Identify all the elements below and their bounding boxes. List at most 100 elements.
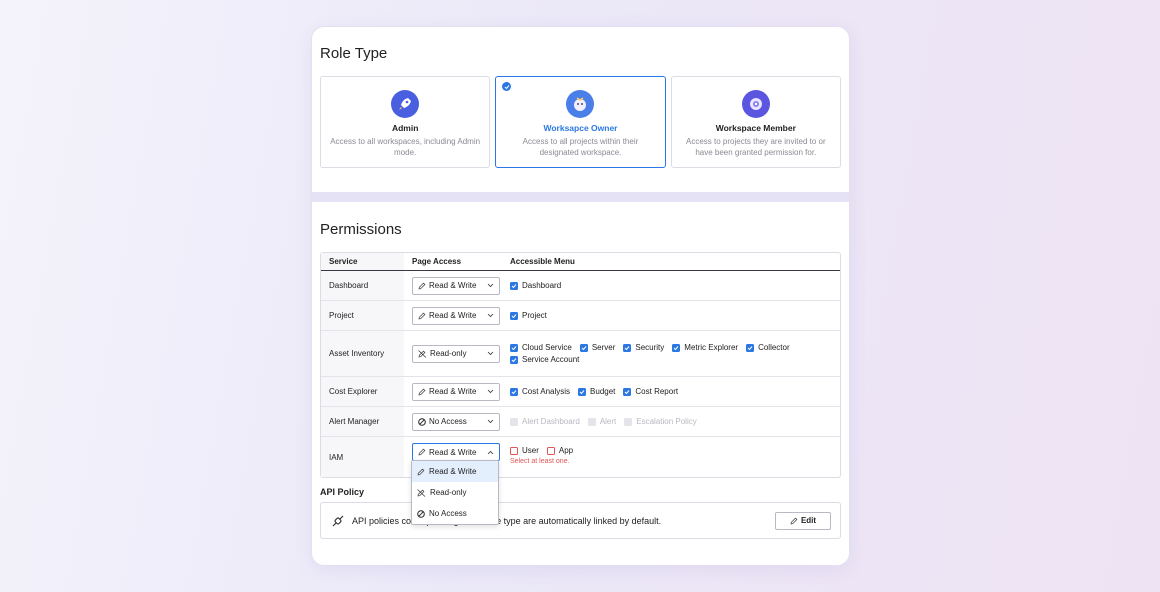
- header-service: Service: [321, 253, 404, 270]
- chevron-up-icon: [487, 450, 494, 455]
- checkbox-label: Server: [591, 343, 616, 352]
- role-desc: Access to projects they are invited to o…: [686, 137, 826, 157]
- menu-cell: Alert Dashboard Alert Escalation Policy: [510, 417, 840, 426]
- menu-checkbox[interactable]: User: [510, 446, 539, 455]
- menu-cell: Cost Analysis Budget Cost Report: [510, 387, 840, 396]
- table-header: Service Page Access Accessible Menu: [321, 253, 840, 271]
- pencil-icon: [418, 312, 426, 320]
- role-settings-card: Role Type Admin Access to all workspaces…: [312, 27, 849, 565]
- checkbox-unchecked-icon: [546, 446, 555, 455]
- page-access-select[interactable]: Read & Write: [412, 276, 500, 295]
- menu-checkbox[interactable]: Metric Explorer: [672, 343, 738, 352]
- access-cell: Read & Write: [404, 306, 510, 325]
- role-card-workspace-owner[interactable]: Worksapce Owner Access to all projects w…: [495, 76, 666, 168]
- pencil-icon: [790, 517, 798, 525]
- table-row-alert-manager: Alert Manager No Access Alert Dashboard …: [321, 407, 840, 437]
- read-only-icon: [418, 349, 427, 358]
- menu-checkbox: Escalation Policy: [624, 417, 697, 426]
- option-label: Read-only: [430, 488, 467, 497]
- menu-checkbox[interactable]: Service Account: [510, 355, 579, 364]
- header-page-access: Page Access: [412, 257, 462, 266]
- menu-checkbox[interactable]: Project: [510, 311, 547, 320]
- table-row-asset-inventory: Asset Inventory Read-only Cloud Service …: [321, 331, 840, 377]
- selected-check-icon: [502, 82, 512, 91]
- page-access-select[interactable]: Read-only: [412, 344, 500, 363]
- checkbox-checked-icon: [578, 387, 587, 396]
- menu-checkbox: Alert Dashboard: [510, 417, 580, 426]
- dropdown-option-read-write[interactable]: Read & Write: [412, 461, 498, 482]
- select-value: Read-only: [430, 349, 467, 358]
- checkbox-label: Budget: [590, 387, 616, 396]
- no-access-icon: [418, 417, 426, 426]
- page-access-select[interactable]: Read & Write: [412, 443, 500, 461]
- page-access-select[interactable]: Read & Write: [412, 306, 500, 325]
- checkbox-unchecked-icon: [510, 446, 518, 455]
- checkbox-checked-icon: [510, 387, 518, 396]
- checkbox-checked-icon: [510, 311, 518, 320]
- member-icon: [741, 90, 770, 118]
- service-name: Asset Inventory: [321, 331, 404, 376]
- checkbox-disabled-icon: [587, 417, 596, 426]
- dropdown-option-read-only[interactable]: Read-only: [412, 482, 498, 503]
- checkbox-label: Service Account: [522, 355, 580, 364]
- permissions-title: Permissions: [320, 221, 402, 238]
- chevron-down-icon: [487, 351, 494, 356]
- checkbox-label: Alert Dashboard: [522, 417, 580, 426]
- menu-checkbox[interactable]: Cost Analysis: [510, 387, 570, 396]
- menu-checkbox[interactable]: Cloud Service: [510, 343, 572, 352]
- service-name: Dashboard: [321, 271, 404, 300]
- checkbox-checked-icon: [623, 387, 632, 396]
- pencil-icon: [417, 468, 425, 476]
- menu-checkbox[interactable]: App: [546, 446, 573, 455]
- role-card-workspace-member[interactable]: Workspace Member Access to projects they…: [670, 76, 841, 168]
- page-access-select[interactable]: No Access: [412, 412, 500, 431]
- edit-label: Edit: [800, 516, 817, 525]
- rocket-icon: [391, 90, 420, 118]
- role-name: Workspace Member: [715, 123, 796, 133]
- checkbox-label: Cost Analysis: [522, 387, 571, 396]
- api-policy-title: API Policy: [320, 487, 365, 497]
- chevron-down-icon: [487, 283, 494, 288]
- dropdown-option-no-access[interactable]: No Access: [412, 503, 498, 524]
- edit-button[interactable]: Edit: [775, 511, 831, 530]
- menu-checkbox[interactable]: Security: [623, 343, 664, 352]
- checkbox-checked-icon: [623, 343, 632, 352]
- permissions-table: Service Page Access Accessible Menu Dash…: [320, 252, 841, 478]
- page-access-select[interactable]: Read & Write: [412, 382, 500, 401]
- chevron-down-icon: [487, 313, 494, 318]
- table-row-cost-explorer: Cost Explorer Read & Write Cost Analysis…: [321, 377, 840, 407]
- select-value: Read & Write: [429, 311, 477, 320]
- checkbox-label: Cost Report: [635, 387, 679, 396]
- menu-cell: Project: [510, 311, 840, 320]
- menu-checkbox[interactable]: Collector: [746, 343, 790, 352]
- no-access-icon: [417, 509, 425, 518]
- checkbox-label: Alert: [599, 417, 617, 426]
- menu-checkbox[interactable]: Server: [579, 343, 616, 352]
- header-accessible-menu: Accessible Menu: [510, 257, 575, 266]
- menu-checkbox[interactable]: Dashboard: [510, 281, 561, 290]
- page-access-dropdown: Read & Write Read-only No Access: [411, 460, 499, 525]
- section-divider: [312, 192, 849, 202]
- access-cell: No Access: [404, 412, 510, 431]
- service-name: Alert Manager: [321, 407, 404, 436]
- pencil-icon: [418, 448, 426, 456]
- owner-icon: [566, 90, 595, 118]
- service-name: Cost Explorer: [321, 377, 404, 406]
- access-cell: Read & Write: [404, 382, 510, 401]
- menu-checkbox[interactable]: Cost Report: [623, 387, 678, 396]
- checkbox-label: User: [522, 446, 539, 455]
- checkbox-checked-icon: [510, 343, 518, 352]
- access-cell: Read & Write: [404, 276, 510, 295]
- permissions-section: Permissions Service Page Access Accessib…: [312, 202, 849, 539]
- table-row-dashboard: Dashboard Read & Write Dashboard: [321, 271, 840, 301]
- menu-cell: User App Select at least one.: [510, 437, 840, 465]
- menu-cell: Cloud Service Server Security Metric Exp…: [510, 343, 840, 364]
- menu-checkbox[interactable]: Budget: [578, 387, 615, 396]
- option-label: No Access: [429, 509, 467, 518]
- checkbox-checked-icon: [510, 355, 518, 364]
- checkbox-disabled-icon: [624, 417, 633, 426]
- role-card-admin[interactable]: Admin Access to all workspaces, includin…: [320, 76, 491, 168]
- checkbox-label: Dashboard: [522, 281, 562, 290]
- select-value: No Access: [429, 417, 467, 426]
- role-type-title: Role Type: [320, 45, 388, 62]
